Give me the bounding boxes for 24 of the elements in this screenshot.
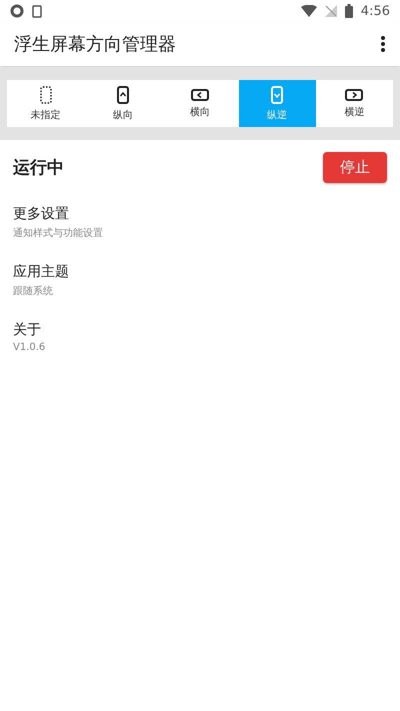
setting-subtitle: 跟随系统	[13, 284, 53, 298]
setting-subtitle: 通知样式与功能设置	[13, 226, 103, 240]
setting-title[interactable]: 关于	[13, 321, 41, 339]
orientation-tab[interactable]: 未指定	[7, 80, 84, 127]
more-icon[interactable]	[380, 35, 386, 53]
stop-button[interactable]: 停止	[323, 152, 387, 183]
battery-icon	[344, 4, 353, 18]
orientation-tab[interactable]: 横逆	[316, 80, 394, 127]
reverse-portrait-phone-icon	[271, 86, 284, 104]
wifi-icon	[300, 5, 317, 17]
app-title: 浮生屏幕方向管理器	[14, 33, 176, 56]
setting-subtitle: V1.0.6	[13, 342, 46, 353]
clock: 4:56	[360, 4, 390, 18]
portrait-phone-icon	[116, 86, 129, 104]
setting-title[interactable]: 应用主题	[13, 263, 69, 281]
phone-icon	[32, 4, 42, 18]
landscape-phone-icon	[191, 88, 209, 100]
dotted-phone-icon	[40, 86, 52, 104]
reverse-landscape-phone-icon	[345, 88, 364, 100]
orientation-tab[interactable]: 横向	[161, 80, 239, 127]
no-signal-icon	[324, 5, 337, 17]
status-label: 运行中	[13, 157, 64, 179]
orientation-tab[interactable]: 纵向	[84, 80, 162, 127]
setting-title[interactable]: 更多设置	[13, 205, 69, 223]
